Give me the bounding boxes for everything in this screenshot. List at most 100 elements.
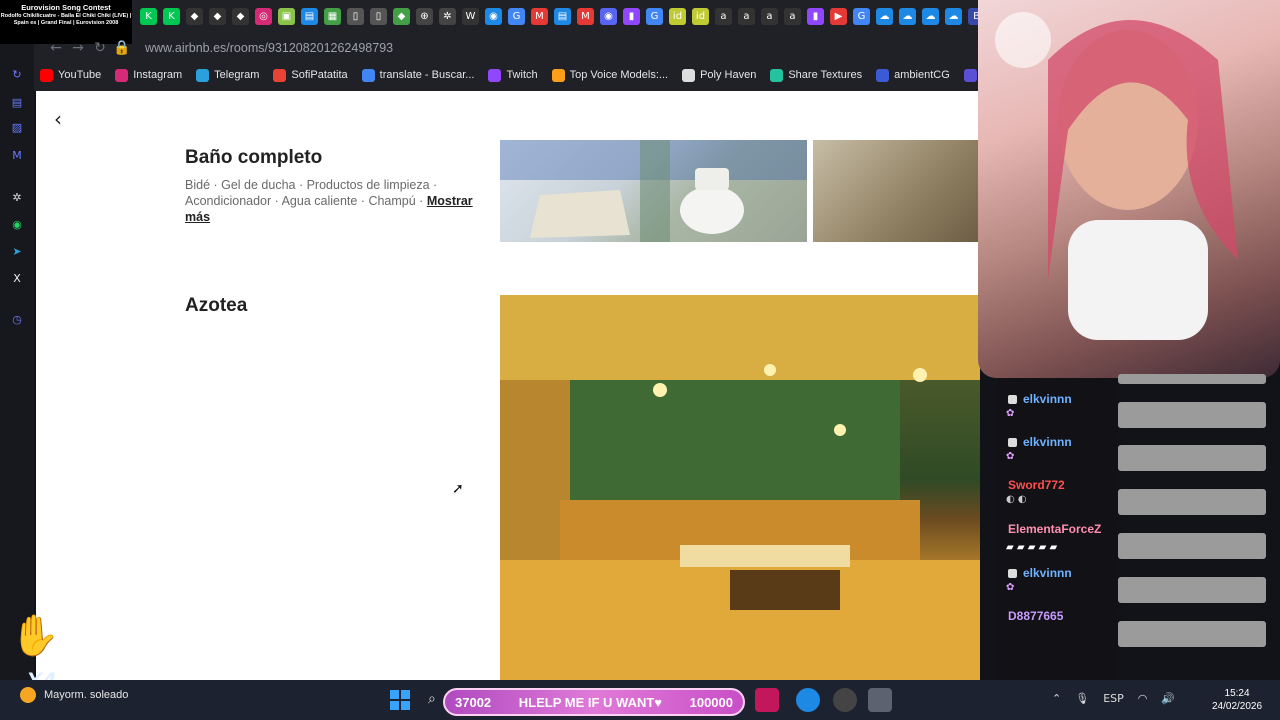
twitch-icon[interactable]: ▮ xyxy=(807,7,824,25)
chat-bar xyxy=(1118,402,1266,428)
microphone-icon[interactable]: 🎙 xyxy=(1075,692,1089,705)
chat-placeholder-bars xyxy=(1118,374,1268,678)
bookmark-item[interactable]: Top Voice Models:... xyxy=(551,68,668,82)
app-icon[interactable]: M xyxy=(531,7,548,25)
chat-bar xyxy=(1118,489,1266,515)
app-icon[interactable]: ▤ xyxy=(301,7,318,25)
id-icon[interactable]: id xyxy=(692,7,709,25)
lock-icon[interactable]: 🔒 xyxy=(111,40,133,56)
back-icon[interactable]: ← xyxy=(45,40,67,56)
chevron-up-icon[interactable]: ⌃ xyxy=(1052,692,1061,705)
bathroom-photo[interactable] xyxy=(500,140,807,242)
section-title-bathroom: Baño completo xyxy=(185,147,323,168)
amazon-icon[interactable]: a xyxy=(784,7,801,25)
bookmark-label: ambientCG xyxy=(894,69,950,81)
forward-icon[interactable]: → xyxy=(67,40,89,56)
diamond-icon[interactable]: ◆ xyxy=(186,7,203,25)
emote-icon: ✿ xyxy=(1006,451,1015,462)
search-icon[interactable]: ⌕ xyxy=(428,691,436,707)
google-icon[interactable]: G xyxy=(853,7,870,25)
bookmark-label: Share Textures xyxy=(788,69,863,81)
address-bar[interactable]: ← → ↻ 🔒 www.airbnb.es/rooms/931208201262… xyxy=(45,36,975,60)
kick-icon[interactable]: K xyxy=(163,7,180,25)
chat-bar xyxy=(1118,374,1266,384)
bookmark-item[interactable]: Telegram xyxy=(196,68,260,82)
google-icon[interactable]: G xyxy=(508,7,525,25)
openai-icon[interactable]: ✲ xyxy=(8,188,26,206)
app-icon[interactable]: ☁ xyxy=(922,7,939,25)
volume-icon[interactable]: 🔊 xyxy=(1161,692,1175,705)
chat-username: Sword772 xyxy=(1008,478,1065,492)
x-icon[interactable]: X xyxy=(8,269,26,287)
url-text[interactable]: www.airbnb.es/rooms/931208201262498793 xyxy=(145,41,393,55)
reload-icon[interactable]: ↻ xyxy=(89,40,111,56)
taskbar: Mayorm. soleado ⌕ 37002 HLELP ME IF U WA… xyxy=(0,680,1280,720)
bookmark-label: Telegram xyxy=(214,69,260,81)
app-icon[interactable]: ▤ xyxy=(554,7,571,25)
telegram-icon[interactable]: ➤ xyxy=(8,242,26,260)
app-icon[interactable]: M xyxy=(577,7,594,25)
back-arrow-icon[interactable]: ‹ xyxy=(54,107,62,131)
rainbow-icon xyxy=(551,68,565,82)
ambientcg-icon xyxy=(876,68,890,82)
calculator-icon[interactable] xyxy=(868,688,892,712)
bookmark-item[interactable]: ambientCG xyxy=(876,68,950,82)
amazon-icon[interactable]: a xyxy=(715,7,732,25)
bookmarks-bar: YouTube Instagram Telegram SofiPatatita tran… xyxy=(40,64,996,86)
whatsapp-icon[interactable]: ◉ xyxy=(8,215,26,233)
bookmark-item[interactable]: Twitch xyxy=(488,68,538,82)
bookmark-item[interactable]: translate - Buscar... xyxy=(361,68,475,82)
google-icon xyxy=(361,68,375,82)
instagram-icon[interactable]: ◎ xyxy=(255,7,272,25)
google-icon[interactable]: G xyxy=(646,7,663,25)
app-icon[interactable] xyxy=(755,688,779,712)
diamond-icon[interactable]: ◆ xyxy=(209,7,226,25)
goal-target: 100000 xyxy=(689,694,733,710)
app-icon[interactable]: ☁ xyxy=(945,7,962,25)
bookmark-item[interactable]: Share Textures xyxy=(770,68,863,82)
app-icon[interactable]: ☁ xyxy=(899,7,916,25)
app-icon[interactable] xyxy=(833,688,857,712)
mail-icon[interactable]: M xyxy=(8,146,26,164)
app-icon[interactable]: ▦ xyxy=(324,7,341,25)
app-icon[interactable]: ▤ xyxy=(8,93,26,111)
app-icon[interactable]: ◉ xyxy=(485,7,502,25)
bookmark-label: translate - Buscar... xyxy=(379,69,475,81)
document-icon[interactable]: ▯ xyxy=(370,7,387,25)
rooftop-photo[interactable] xyxy=(500,295,980,680)
app-icon[interactable]: W xyxy=(462,7,479,25)
youtube-icon[interactable]: ▶ xyxy=(830,7,847,25)
document-icon[interactable]: ▯ xyxy=(347,7,364,25)
chat-username: D8877665 xyxy=(1008,609,1064,623)
diamond-icon[interactable]: ◆ xyxy=(232,7,249,25)
twitch-icon[interactable]: ▮ xyxy=(623,7,640,25)
amazon-icon[interactable]: a xyxy=(761,7,778,25)
bookmark-item[interactable]: SofiPatatita xyxy=(273,68,348,82)
bookmark-item[interactable]: YouTube xyxy=(40,68,101,82)
clock[interactable]: 15:24 24/02/2026 xyxy=(1212,687,1262,713)
app-icon[interactable]: ▣ xyxy=(278,7,295,25)
chat-bar xyxy=(1118,533,1266,559)
gem-icon[interactable]: ◆ xyxy=(393,7,410,25)
weather-widget[interactable]: Mayorm. soleado xyxy=(20,687,128,703)
sharetextures-icon xyxy=(770,68,784,82)
clock-icon[interactable]: ◷ xyxy=(8,310,26,328)
bathroom-photo[interactable] xyxy=(813,140,980,242)
app-icon[interactable]: ☁ xyxy=(876,7,893,25)
openai-icon[interactable]: ✲ xyxy=(439,7,456,25)
language-indicator[interactable]: ESP xyxy=(1103,692,1124,705)
kick-icon[interactable]: K xyxy=(140,7,157,25)
app-icon[interactable]: ⊕ xyxy=(416,7,433,25)
browser-icon[interactable] xyxy=(796,688,820,712)
amazon-icon[interactable]: a xyxy=(738,7,755,25)
id-icon[interactable]: id xyxy=(669,7,686,25)
bookmark-item[interactable]: Poly Haven xyxy=(682,68,756,82)
chat-message: Sword772 xyxy=(1008,478,1065,492)
history-icon[interactable]: ↻ xyxy=(8,65,26,83)
section-description-bathroom: Bidé · Gel de ducha · Productos de limpi… xyxy=(185,177,490,225)
app-icon[interactable]: ▨ xyxy=(8,118,26,136)
wifi-icon[interactable]: ◠ xyxy=(1138,692,1148,705)
windows-start-icon[interactable] xyxy=(390,690,410,710)
bookmark-item[interactable]: Instagram xyxy=(115,68,182,82)
discord-icon[interactable]: ◉ xyxy=(600,7,617,25)
